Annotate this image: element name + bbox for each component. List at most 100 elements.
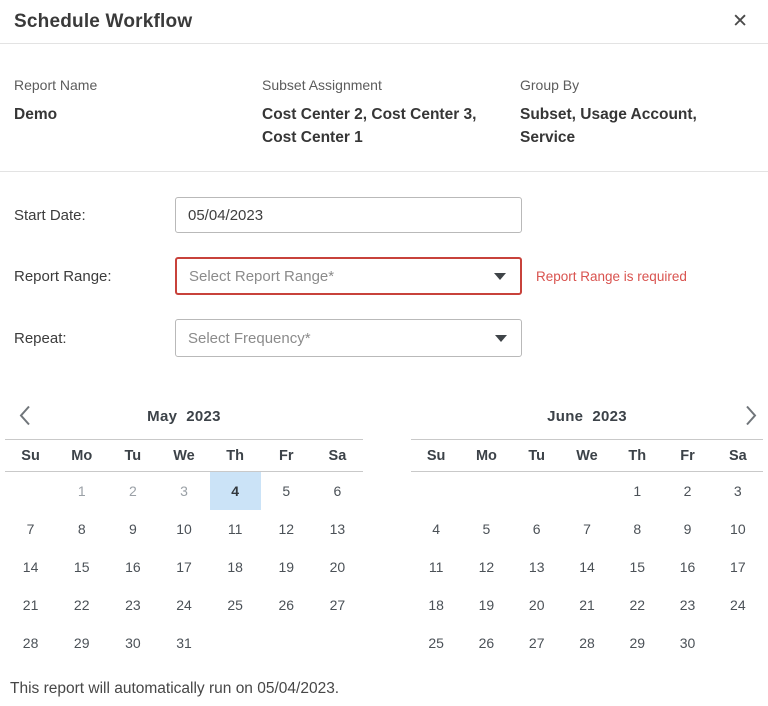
calendar-may-grid: 1234567891011121314151617181920212223242… <box>5 472 363 662</box>
calendar-day[interactable]: 28 <box>562 624 612 662</box>
calendar-day[interactable]: 19 <box>261 548 312 586</box>
report-range-row: Report Range: Select Report Range* Repor… <box>14 257 754 295</box>
calendar-day[interactable]: 17 <box>713 548 763 586</box>
calendar-week-row: 123 <box>411 472 763 510</box>
calendar-day[interactable]: 1 <box>612 472 662 510</box>
calendar-day[interactable]: 13 <box>312 510 363 548</box>
calendar-day[interactable]: 18 <box>411 586 461 624</box>
summary-group-by: Group By Subset, Usage Account, Service <box>520 77 754 149</box>
date-range-calendars: May2023 SuMoTuWeThFrSa 12345678910111213… <box>0 394 768 662</box>
calendar-day[interactable]: 20 <box>512 586 562 624</box>
start-date-input[interactable] <box>175 197 522 233</box>
calendar-day[interactable]: 6 <box>512 510 562 548</box>
empty-day-cell <box>411 472 461 510</box>
calendar-day[interactable]: 7 <box>5 510 56 548</box>
calendar-day[interactable]: 8 <box>56 510 107 548</box>
calendar-day[interactable]: 30 <box>662 624 712 662</box>
calendar-day[interactable]: 30 <box>107 624 158 662</box>
calendar-day[interactable]: 25 <box>411 624 461 662</box>
calendar-day[interactable]: 29 <box>612 624 662 662</box>
weekday-label: We <box>562 448 612 464</box>
calendar-day[interactable]: 27 <box>312 586 363 624</box>
weekday-label: Fr <box>261 448 312 464</box>
calendar-day-selected[interactable]: 4 <box>210 472 261 510</box>
calendar-day[interactable]: 9 <box>662 510 712 548</box>
calendar-day[interactable]: 14 <box>5 548 56 586</box>
weekday-label: Fr <box>662 448 712 464</box>
calendar-day[interactable]: 12 <box>261 510 312 548</box>
calendar-day[interactable]: 11 <box>210 510 261 548</box>
calendar-day[interactable]: 9 <box>107 510 158 548</box>
calendar-day[interactable]: 4 <box>411 510 461 548</box>
empty-day-cell <box>562 472 612 510</box>
calendar-day[interactable]: 15 <box>56 548 107 586</box>
calendar-day[interactable]: 13 <box>512 548 562 586</box>
calendar-day[interactable]: 12 <box>461 548 511 586</box>
next-month-icon[interactable] <box>741 401 761 432</box>
month-label: June <box>547 408 583 425</box>
repeat-row: Repeat: Select Frequency* <box>14 319 754 357</box>
calendar-day[interactable]: 15 <box>612 548 662 586</box>
calendar-day[interactable]: 10 <box>158 510 209 548</box>
calendar-day[interactable]: 25 <box>210 586 261 624</box>
calendar-day[interactable]: 11 <box>411 548 461 586</box>
repeat-select[interactable]: Select Frequency* <box>175 319 522 357</box>
calendar-day[interactable]: 16 <box>662 548 712 586</box>
report-name-value: Demo <box>14 103 262 126</box>
calendar-week-row: 252627282930 <box>411 624 763 662</box>
weekday-label: Th <box>210 448 261 464</box>
calendar-day[interactable]: 16 <box>107 548 158 586</box>
weekday-label: We <box>158 448 209 464</box>
empty-day-cell <box>210 624 261 662</box>
subset-assignment-value: Cost Center 2, Cost Center 3, Cost Cente… <box>262 103 484 149</box>
calendar-day[interactable]: 24 <box>713 586 763 624</box>
summary-report-name: Report Name Demo <box>14 77 262 149</box>
weekday-label: Th <box>612 448 662 464</box>
calendar-day[interactable]: 21 <box>562 586 612 624</box>
report-range-select[interactable]: Select Report Range* <box>175 257 522 295</box>
calendar-day[interactable]: 8 <box>612 510 662 548</box>
calendar-day[interactable]: 21 <box>5 586 56 624</box>
weekday-label: Mo <box>56 448 107 464</box>
calendar-day[interactable]: 27 <box>512 624 562 662</box>
calendar-week-row: 14151617181920 <box>5 548 363 586</box>
calendar-day[interactable]: 22 <box>612 586 662 624</box>
schedule-workflow-dialog: Schedule Workflow ✕ Report Name Demo Sub… <box>0 0 768 706</box>
weekday-label: Sa <box>312 448 363 464</box>
weekday-label: Mo <box>461 448 511 464</box>
calendar-day[interactable]: 22 <box>56 586 107 624</box>
calendar-day[interactable]: 24 <box>158 586 209 624</box>
calendar-day[interactable]: 5 <box>461 510 511 548</box>
year-label: 2023 <box>592 408 627 425</box>
calendar-june-nav: June 2023 <box>411 394 763 439</box>
calendar-day[interactable]: 7 <box>562 510 612 548</box>
close-icon[interactable]: ✕ <box>728 10 752 33</box>
calendar-day-disabled: 2 <box>107 472 158 510</box>
calendar-day[interactable]: 5 <box>261 472 312 510</box>
calendar-day[interactable]: 19 <box>461 586 511 624</box>
calendar-day[interactable]: 28 <box>5 624 56 662</box>
calendar-june-title: June 2023 <box>547 408 627 425</box>
calendar-day[interactable]: 26 <box>261 586 312 624</box>
calendar-day[interactable]: 31 <box>158 624 209 662</box>
month-label: May <box>147 408 177 425</box>
calendar-day[interactable]: 3 <box>713 472 763 510</box>
calendar-day[interactable]: 23 <box>107 586 158 624</box>
schedule-form: Start Date: Report Range: Select Report … <box>0 172 768 357</box>
calendar-day[interactable]: 18 <box>210 548 261 586</box>
calendar-day-disabled: 1 <box>56 472 107 510</box>
calendar-day[interactable]: 6 <box>312 472 363 510</box>
calendar-day[interactable]: 26 <box>461 624 511 662</box>
previous-month-icon[interactable] <box>15 401 35 432</box>
calendar-day[interactable]: 2 <box>662 472 712 510</box>
calendar-day[interactable]: 20 <box>312 548 363 586</box>
calendar-day[interactable]: 17 <box>158 548 209 586</box>
calendar-week-row: 28293031 <box>5 624 363 662</box>
calendar-day[interactable]: 29 <box>56 624 107 662</box>
caret-down-icon <box>495 335 507 342</box>
calendar-day[interactable]: 10 <box>713 510 763 548</box>
calendar-day[interactable]: 14 <box>562 548 612 586</box>
start-date-row: Start Date: <box>14 197 754 233</box>
calendar-day[interactable]: 23 <box>662 586 712 624</box>
group-by-label: Group By <box>520 77 754 93</box>
